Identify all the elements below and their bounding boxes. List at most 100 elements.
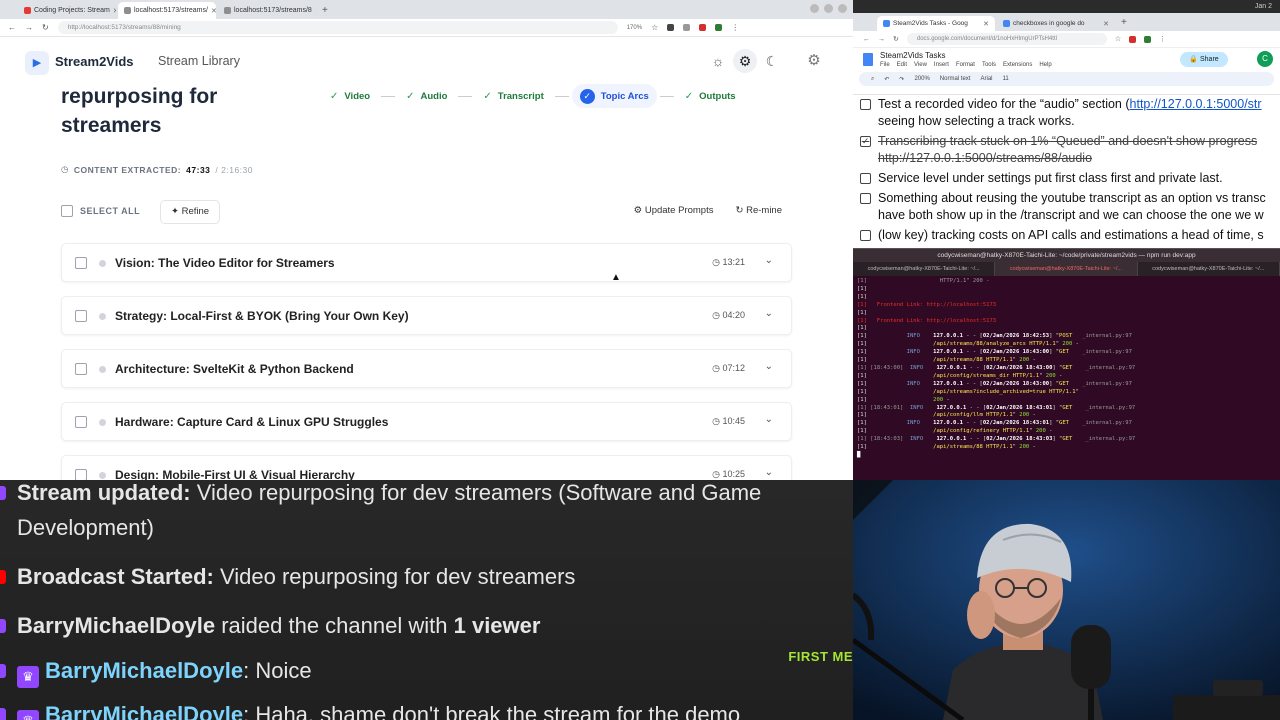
terminal-tab-active[interactable]: codycwiseman@hatky-X870E-Taichi-Lite: ~/… [995,262,1138,276]
search-icon[interactable]: ⌕ [871,76,874,83]
menu-extensions[interactable]: Extensions [1003,62,1032,68]
topic-arc-row[interactable]: Architecture: SvelteKit & Python Backend… [61,349,792,388]
menu-view[interactable]: View [914,62,927,68]
arc-checkbox[interactable] [75,363,87,375]
terminal-window[interactable]: codycwiseman@hatky-X870E-Taichi-Lite: ~/… [853,248,1280,480]
docs-logo-icon[interactable] [863,53,873,66]
brand-name[interactable]: Stream2Vids [55,54,134,69]
menu-file[interactable]: File [880,62,890,68]
chevron-down-icon[interactable]: ⌄ [765,361,773,372]
close-tab-icon[interactable]: ✕ [983,20,989,28]
extension-icon[interactable] [699,24,707,31]
zoom-select[interactable]: 200% [914,76,929,82]
play-logo-icon[interactable]: ▶ [25,51,49,75]
refine-button[interactable]: ✦ Refine [160,200,221,224]
reload-icon[interactable]: ↻ [893,35,899,43]
browser-tab[interactable]: localhost:5173/streams/8 ✕ [218,2,316,19]
browser-tab-active[interactable]: Steam2Vids Tasks - Goog ✕ [877,16,995,31]
maximize-icon[interactable] [824,4,833,13]
terminal-tab[interactable]: codycwiseman@hatky-X870E-Taichi-Lite: ~/… [853,262,996,276]
checkbox[interactable] [860,193,871,204]
chat-message-body: Stream updated: Video repurposing for de… [17,480,761,541]
font-select[interactable]: Arial [980,76,992,82]
browser-tab[interactable]: checkboxes in google do ✕ [997,16,1115,31]
style-select[interactable]: Normal text [940,76,971,82]
step-audio[interactable]: ✓ Audio [398,84,455,108]
topic-arc-row[interactable]: Strategy: Local-First & BYOK (Bring Your… [61,296,792,335]
font-size-input[interactable]: 11 [1003,76,1009,82]
menu-tools[interactable]: Tools [982,62,996,68]
topic-arc-row[interactable]: Vision: The Video Editor for Streamers ◷… [61,243,792,282]
browser-tab-active[interactable]: localhost:5173/streams/ ✕ [118,2,216,19]
step-outputs[interactable]: ✓ Outputs [677,84,744,108]
select-all[interactable]: SELECT ALL [61,205,140,217]
chevron-down-icon[interactable]: ⌄ [765,467,773,478]
arc-checkbox[interactable] [75,416,87,428]
menu-help[interactable]: Help [1039,62,1051,68]
doc-body[interactable]: Test a recorded video for the “audio” se… [853,96,1280,244]
new-tab-icon[interactable]: + [322,2,328,19]
extension-icon[interactable] [715,24,723,31]
bookmark-star-icon[interactable]: ☆ [651,23,658,32]
menu-edit[interactable]: Edit [897,62,907,68]
back-icon[interactable]: ← [8,23,16,32]
url-input[interactable]: http://localhost:5173/streams/88/mining [57,21,618,34]
minimize-icon[interactable] [810,4,819,13]
checkbox[interactable] [860,173,871,184]
new-tab-icon[interactable]: + [1121,14,1127,31]
share-button[interactable]: 🔒 Share [1180,52,1228,67]
checkbox[interactable] [860,99,871,110]
step-transcript[interactable]: ✓ Transcript [475,84,551,108]
light-theme-icon[interactable]: ☼ [706,49,730,73]
zoom-level[interactable]: 170% [627,25,642,31]
close-tab-icon[interactable]: ✕ [315,7,316,15]
dark-theme-icon[interactable]: ☾ [760,49,784,73]
lock-icon: 🔒 [1189,56,1199,63]
terminal-tab[interactable]: codycwiseman@hatky-X870E-Taichi-Lite: ~/… [1138,262,1280,276]
extension-icon[interactable] [667,24,675,31]
remine-button[interactable]: ↻ Re-mine [735,205,782,216]
step-topic-arcs[interactable]: ✓ Topic Arcs [571,84,657,108]
checkbox[interactable] [860,230,871,241]
nav-stream-library[interactable]: Stream Library [158,54,240,68]
checklist-link[interactable]: http://127.0.0.1:5000/str [1130,97,1262,111]
checklist-line: (low key) tracking costs on API calls an… [878,228,1264,242]
chevron-down-icon[interactable]: ⌄ [765,308,773,319]
arc-checkbox[interactable] [75,469,87,480]
redo-icon[interactable]: ↷ [899,76,904,83]
back-icon[interactable]: ← [863,36,870,43]
extension-icon[interactable] [1129,35,1137,43]
arc-checkbox[interactable] [75,257,87,269]
extension-icon[interactable] [683,24,691,31]
chevron-down-icon[interactable]: ⌄ [765,255,773,266]
avatar[interactable]: C [1257,51,1273,67]
undo-icon[interactable]: ↶ [884,76,889,83]
chevron-down-icon[interactable]: ⌄ [765,414,773,425]
menu-format[interactable]: Format [956,62,975,68]
menu-insert[interactable]: Insert [934,62,949,68]
forward-icon[interactable]: → [878,36,885,43]
status-dot [99,260,106,267]
close-tab-icon[interactable]: ✕ [113,7,116,15]
menu-dots-icon[interactable]: ⋮ [731,23,739,32]
doc-title[interactable]: Steam2Vids Tasks [880,51,946,60]
menu-dots-icon[interactable]: ⋮ [1159,35,1166,43]
select-all-checkbox[interactable] [61,205,73,217]
step-video[interactable]: ✓ Video [322,84,378,108]
browser-tab[interactable]: Coding Projects: Stream ✕ [18,2,116,19]
reload-icon[interactable]: ↻ [42,23,49,32]
forward-icon[interactable]: → [25,23,33,32]
update-prompts-button[interactable]: ⚙ Update Prompts [634,205,714,216]
checkbox-checked[interactable]: ✓ [860,136,871,147]
close-window-icon[interactable] [838,4,847,13]
arc-checkbox[interactable] [75,310,87,322]
topic-arc-row[interactable]: Hardware: Capture Card & Linux GPU Strug… [61,402,792,441]
settings-gear-icon[interactable]: ⚙ [803,49,825,73]
bookmark-star-icon[interactable]: ☆ [1115,35,1121,43]
url-input[interactable]: docs.google.com/document/d/1noHxHlmgUrPT… [906,33,1107,45]
close-tab-icon[interactable]: ✕ [211,7,216,15]
extension-icon[interactable] [1144,35,1152,43]
close-tab-icon[interactable]: ✕ [1103,20,1109,28]
system-theme-icon[interactable]: ⚙ [733,49,757,73]
topic-arc-row[interactable]: Design: Mobile-First UI & Visual Hierarc… [61,455,792,480]
